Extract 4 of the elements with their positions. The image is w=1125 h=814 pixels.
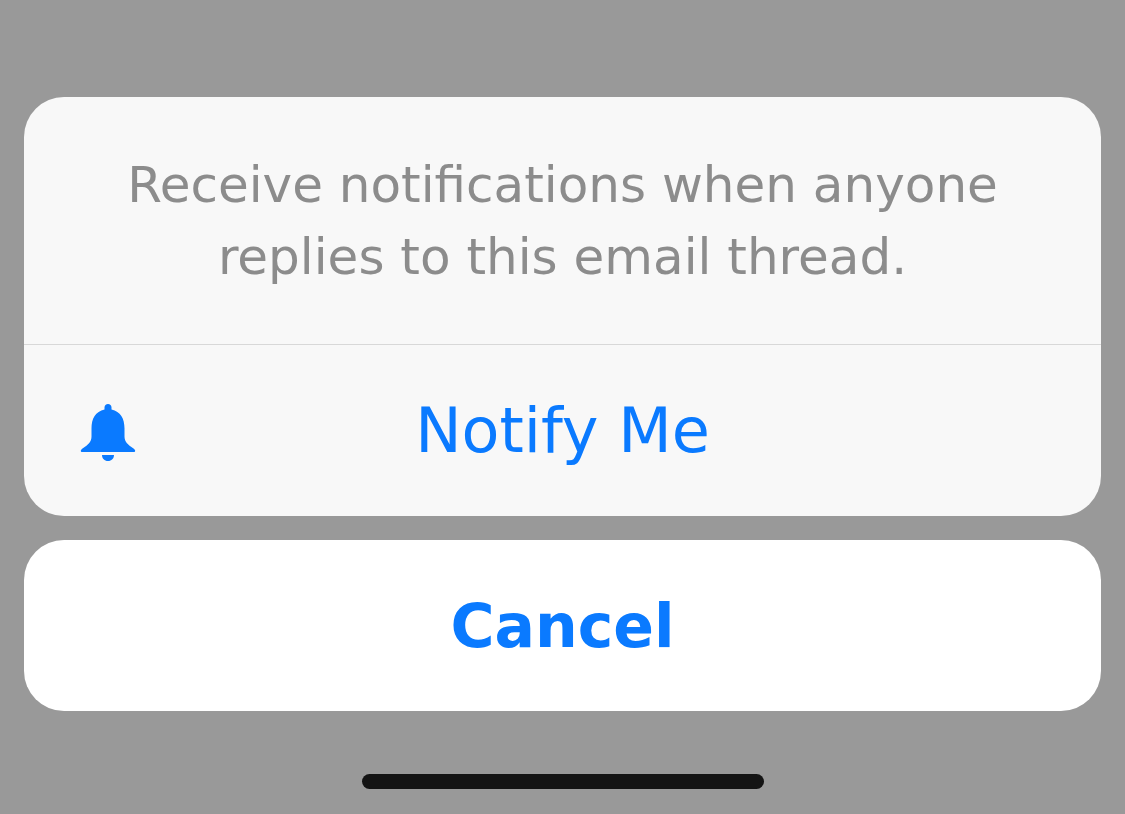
sheet-message: Receive notifications when anyone replies to this email thread. — [24, 97, 1101, 345]
bell-icon — [80, 404, 136, 461]
cancel-button[interactable]: Cancel — [24, 540, 1101, 711]
notify-me-button[interactable]: Notify Me — [24, 345, 1101, 516]
